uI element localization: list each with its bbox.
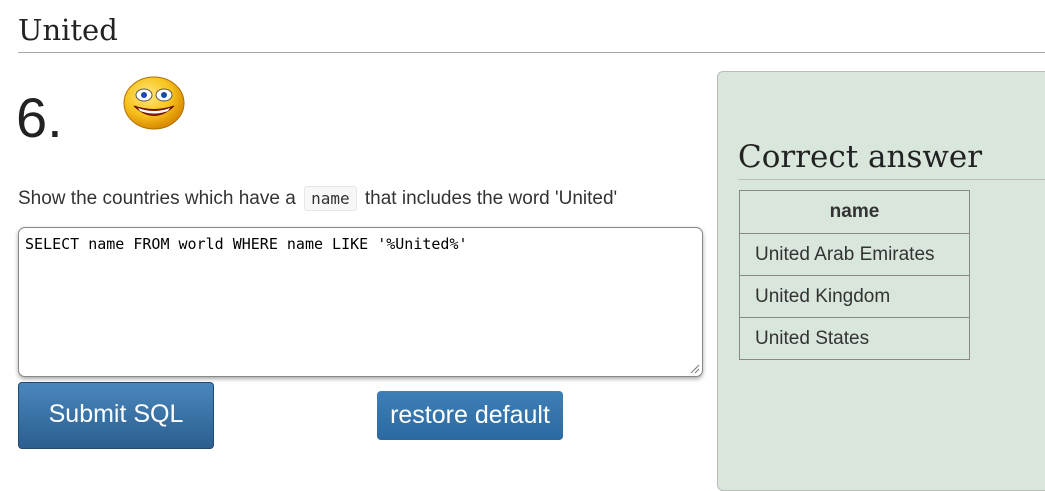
section-heading: United [18,10,1045,53]
restore-default-button[interactable]: restore default [377,391,563,440]
table-row: United Kingdom [739,275,970,318]
question-text-after: that includes the word 'United' [364,188,618,209]
code-name: name [304,186,357,211]
table-cell: United Arab Emirates [739,233,970,276]
question-number: 6. [16,86,63,149]
smiley-icon [123,76,185,130]
table-cell: United Kingdom [739,275,970,318]
question-text-before: Show the countries which have a [18,188,296,209]
column-header-name: name [739,190,970,234]
table-row: United States [739,317,970,360]
sql-editor[interactable]: SELECT name FROM world WHERE name LIKE '… [18,227,703,377]
table-row: United Arab Emirates [739,233,970,276]
question-text: Show the countries which have a name tha… [18,186,617,212]
answer-table: name United Arab Emirates United Kingdom… [739,190,970,360]
table-header-row: name [739,190,970,234]
submit-sql-button[interactable]: Submit SQL [18,382,214,449]
table-cell: United States [739,317,970,360]
answer-title: Correct answer [738,136,1045,180]
resize-grip-icon[interactable] [688,362,700,374]
